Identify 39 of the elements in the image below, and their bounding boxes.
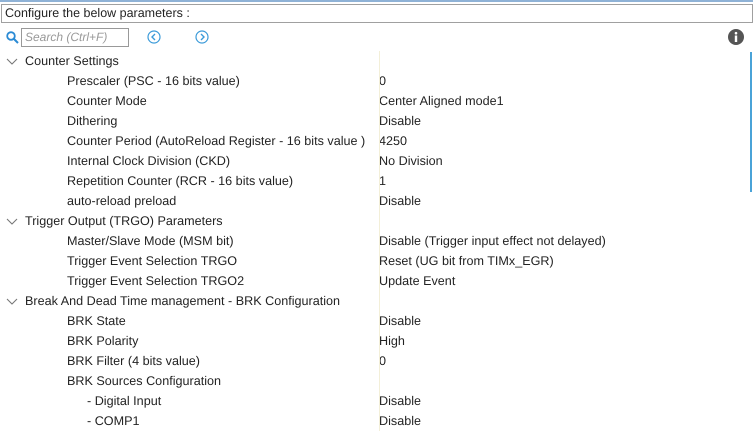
info-icon[interactable]: [728, 29, 744, 45]
parameter-value[interactable]: Disable: [379, 112, 421, 130]
parameter-value[interactable]: Reset (UG bit from TIMx_EGR): [379, 252, 554, 270]
group-label[interactable]: Trigger Output (TRGO) Parameters: [25, 212, 223, 230]
parameter-value[interactable]: Disable: [379, 392, 421, 410]
parameter-label: - COMP1: [86, 412, 140, 430]
parameter-value[interactable]: High: [379, 332, 405, 350]
group-label[interactable]: Counter Settings: [25, 52, 119, 70]
parameter-value[interactable]: 1: [379, 172, 386, 190]
parameter-label: Internal Clock Division (CKD): [66, 152, 232, 170]
parameter-label: Trigger Event Selection TRGO: [66, 252, 238, 270]
parameter-value[interactable]: Disable: [379, 192, 421, 210]
parameter-label: BRK State: [66, 312, 127, 330]
parameter-value[interactable]: Disable: [379, 412, 421, 430]
parameter-label: Master/Slave Mode (MSM bit): [66, 232, 235, 250]
parameter-value[interactable]: Disable: [379, 312, 421, 330]
parameter-label: Repetition Counter (RCR - 16 bits value): [66, 172, 294, 190]
parameter-value[interactable]: No Division: [379, 152, 443, 170]
parameter-label: BRK Polarity: [66, 332, 140, 350]
parameter-label: Trigger Event Selection TRGO2: [66, 272, 246, 290]
parameter-value[interactable]: Center Aligned mode1: [379, 92, 504, 110]
parameter-label: Counter Period (AutoReload Register - 16 bits value ): [66, 132, 366, 150]
parameter-value[interactable]: Update Event: [379, 272, 456, 290]
search-icon: [6, 30, 19, 44]
parameter-label: Counter Mode: [66, 92, 148, 110]
scrollbar[interactable]: [750, 52, 752, 192]
parameter-label: BRK Filter (4 bits value): [66, 352, 201, 370]
group-label[interactable]: Break And Dead Time management - BRK Configuration: [25, 292, 340, 310]
previous-button[interactable]: [147, 30, 161, 44]
parameter-label: auto-reload preload: [66, 192, 178, 210]
parameter-label: BRK Sources Configuration: [66, 372, 222, 390]
parameter-label: - Digital Input: [86, 392, 162, 410]
header-title: Configure the below parameters :: [1, 4, 753, 23]
parameter-label: Dithering: [66, 112, 118, 130]
parameter-value[interactable]: Disable (Trigger input effect not delayed): [379, 232, 606, 250]
parameter-value[interactable]: 4250: [379, 132, 408, 150]
next-button[interactable]: [195, 30, 209, 44]
search-field[interactable]: Search (Ctrl+F): [21, 28, 129, 46]
parameter-label: Prescaler (PSC - 16 bits value): [66, 72, 241, 90]
